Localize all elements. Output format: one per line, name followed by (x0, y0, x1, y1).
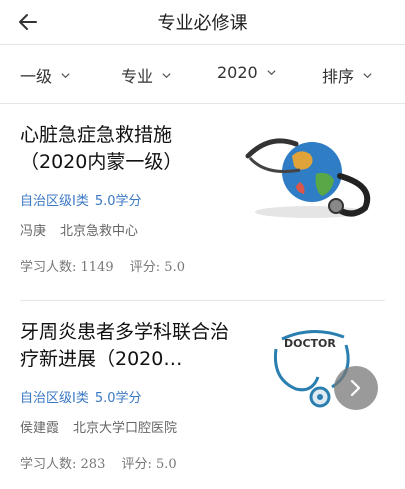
doctor-thumbnail-text: DOCTOR (284, 337, 336, 350)
course-title: 心脏急症急救措施（2020内蒙一级） (20, 124, 183, 173)
learners-count: 283 (80, 457, 106, 472)
score-label: 评分: (121, 457, 152, 472)
filter-level[interactable]: 一级 (20, 63, 71, 87)
page-title: 专业必修课 (157, 13, 248, 34)
teacher-name: 冯庚 (20, 224, 47, 239)
filter-level-label: 一级 (20, 67, 53, 86)
course-title: 牙周炎患者多学科联合治疗新进展（2020… (20, 321, 230, 370)
filter-year[interactable]: 2020 (217, 63, 277, 82)
course-tag: 自治区级I类 5.0学分 (20, 190, 142, 209)
course-level: 自治区级I类 (20, 391, 89, 406)
teacher-org: 北京大学口腔医院 (73, 421, 178, 436)
chevron-down-icon (61, 72, 70, 78)
next-button[interactable] (334, 366, 378, 410)
chevron-down-icon (363, 72, 372, 78)
teacher-name: 侯建霞 (20, 421, 60, 436)
chevron-right-icon (350, 379, 361, 397)
globe-stethoscope-thumbnail (245, 138, 371, 218)
top-bar: 专业必修课 (0, 0, 405, 44)
learners-label: 学习人数: (20, 457, 77, 472)
filter-specialty[interactable]: 专业 (121, 63, 172, 87)
course-teacher: 冯庚 北京急救中心 (20, 220, 138, 239)
chevron-down-icon (162, 72, 171, 78)
score-value: 5.0 (156, 457, 177, 472)
course-teacher: 侯建霞 北京大学口腔医院 (20, 417, 177, 436)
course-credit: 5.0学分 (94, 194, 142, 209)
score-label: 评分: (129, 260, 161, 275)
course-level: 自治区级I类 (20, 194, 89, 209)
course-tag: 自治区级I类 5.0学分 (20, 387, 142, 406)
filter-specialty-label: 专业 (121, 67, 154, 86)
filter-sort-label: 排序 (322, 67, 355, 86)
course-stats: 学习人数: 283 评分: 5.0 (20, 453, 177, 472)
header-divider (0, 44, 405, 45)
filter-sort[interactable]: 排序 (322, 63, 373, 87)
filter-bar: 一级 专业 2020 排序 (0, 50, 405, 100)
course-card[interactable]: 心脏急症急救措施（2020内蒙一级） 自治区级I类 5.0学分 冯庚 北京急救中心 … (0, 104, 405, 300)
course-stats: 学习人数: 1149 评分: 5.0 (20, 256, 185, 275)
learners-count: 1149 (80, 260, 114, 275)
teacher-org: 北京急救中心 (60, 224, 139, 239)
filter-year-label: 2020 (217, 63, 258, 82)
score-value: 5.0 (164, 260, 185, 275)
chevron-down-icon (267, 70, 276, 76)
learners-label: 学习人数: (20, 260, 77, 275)
course-credit: 5.0学分 (94, 391, 142, 406)
